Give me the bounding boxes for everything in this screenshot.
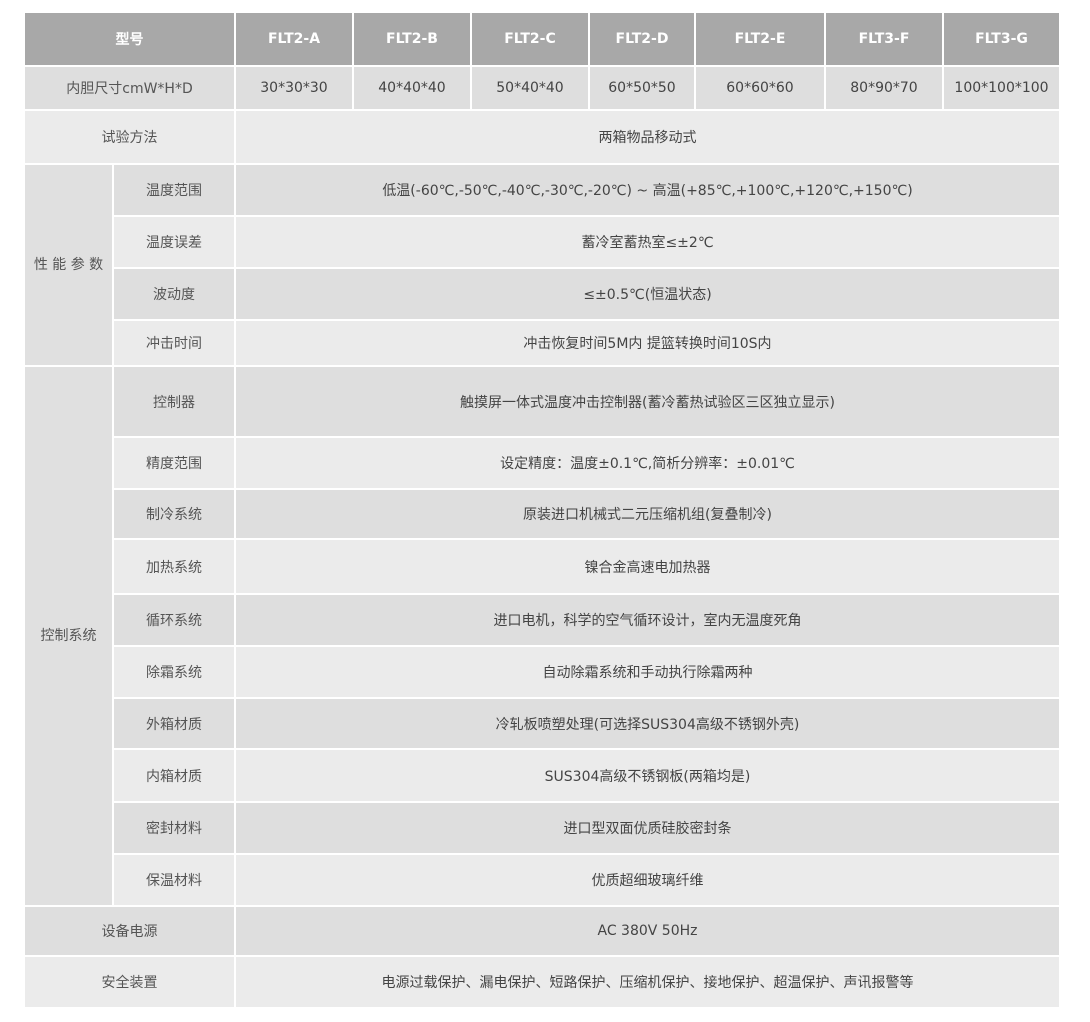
control-row: 保温材料 优质超细玻璃纤维 xyxy=(24,853,1061,907)
control-row: 精度范围 设定精度：温度±0.1℃,简析分辨率：±0.01℃ xyxy=(24,436,1061,490)
control-row: 加热系统 镍合金高速电加热器 xyxy=(24,538,1061,595)
row-value: 镍合金高速电加热器 xyxy=(234,538,1061,595)
row-value: 两箱物品移动式 xyxy=(234,109,1061,165)
row-value: 进口电机，科学的空气循环设计，室内无温度死角 xyxy=(234,593,1061,647)
safety-row: 安全装置 电源过载保护、漏电保护、短路保护、压缩机保护、接地保护、超温保护、声讯… xyxy=(23,955,1061,1009)
row-value: 自动除霜系统和手动执行除霜两种 xyxy=(234,645,1061,699)
size-cell: 100*100*100 xyxy=(942,65,1061,111)
power-row: 设备电源 AC 380V 50Hz xyxy=(23,905,1061,957)
row-value: ≤±0.5℃(恒温状态) xyxy=(234,267,1061,321)
row-label: 温度误差 xyxy=(112,215,236,269)
row-label: 循环系统 xyxy=(112,593,236,647)
control-row: 密封材料 进口型双面优质硅胶密封条 xyxy=(24,801,1061,855)
perf-row: 性 能 参 数 温度范围 低温(-60℃,-50℃,-40℃,-30℃,-20℃… xyxy=(23,163,1061,367)
control-row: 外箱材质 冷轧板喷塑处理(可选择SUS304高级不锈钢外壳) xyxy=(24,697,1061,750)
size-cell: 80*90*70 xyxy=(824,65,944,111)
model-header-cell: FLT2-C xyxy=(470,11,590,67)
model-header-cell: FLT2-D xyxy=(588,11,696,67)
size-cell: 60*50*50 xyxy=(588,65,696,111)
row-label: 设备电源 xyxy=(23,905,236,957)
row-label: 内箱材质 xyxy=(112,748,236,803)
size-cell: 50*40*40 xyxy=(470,65,590,111)
row-label: 外箱材质 xyxy=(112,697,236,750)
row-label: 温度范围 xyxy=(112,163,236,217)
performance-group-label: 性 能 参 数 xyxy=(23,163,114,367)
row-label: 密封材料 xyxy=(112,801,236,855)
model-header-cell: FLT2-B xyxy=(352,11,472,67)
row-label: 内胆尺寸cmW*H*D xyxy=(23,65,236,111)
row-value: 原装进口机械式二元压缩机组(复叠制冷) xyxy=(234,488,1061,540)
size-cell: 40*40*40 xyxy=(352,65,472,111)
row-value: AC 380V 50Hz xyxy=(234,905,1061,957)
perf-row: 波动度 ≤±0.5℃(恒温状态) xyxy=(24,267,1061,321)
row-value: 蓄冷室蓄热室≤±2℃ xyxy=(234,215,1061,269)
row-value: 低温(-60℃,-50℃,-40℃,-30℃,-20℃) ~ 高温(+85℃,+… xyxy=(234,163,1061,217)
control-group-label: 控制系统 xyxy=(23,365,114,907)
perf-row: 温度误差 蓄冷室蓄热室≤±2℃ xyxy=(24,215,1061,269)
control-row: 循环系统 进口电机，科学的空气循环设计，室内无温度死角 xyxy=(24,593,1061,647)
model-header-cell: FLT2-E xyxy=(694,11,826,67)
perf-row: 冲击时间 冲击恢复时间5M内 提篮转换时间10S内 xyxy=(24,319,1061,367)
row-label: 制冷系统 xyxy=(112,488,236,540)
row-value: 设定精度：温度±0.1℃,简析分辨率：±0.01℃ xyxy=(234,436,1061,490)
row-value: 进口型双面优质硅胶密封条 xyxy=(234,801,1061,855)
row-value: 触摸屏一体式温度冲击控制器(蓄冷蓄热试验区三区独立显示) xyxy=(234,365,1061,438)
row-label: 安全装置 xyxy=(23,955,236,1009)
control-row: 内箱材质 SUS304高级不锈钢板(两箱均是) xyxy=(24,748,1061,803)
row-value: 冲击恢复时间5M内 提篮转换时间10S内 xyxy=(234,319,1061,367)
model-header-cell: FLT3-G xyxy=(942,11,1061,67)
row-label: 除霜系统 xyxy=(112,645,236,699)
row-value: 冷轧板喷塑处理(可选择SUS304高级不锈钢外壳) xyxy=(234,697,1061,750)
control-row: 控制系统 控制器 触摸屏一体式温度冲击控制器(蓄冷蓄热试验区三区独立显示) xyxy=(23,365,1061,907)
control-row: 制冷系统 原装进口机械式二元压缩机组(复叠制冷) xyxy=(24,488,1061,540)
control-row: 除霜系统 自动除霜系统和手动执行除霜两种 xyxy=(24,645,1061,699)
row-label: 试验方法 xyxy=(23,109,236,165)
row-label: 控制器 xyxy=(112,365,236,438)
row-value: SUS304高级不锈钢板(两箱均是) xyxy=(234,748,1061,803)
size-cell: 30*30*30 xyxy=(234,65,354,111)
model-header-cell: FLT3-F xyxy=(824,11,944,67)
row-label: 保温材料 xyxy=(112,853,236,907)
row-value: 优质超细玻璃纤维 xyxy=(234,853,1061,907)
row-value: 电源过载保护、漏电保护、短路保护、压缩机保护、接地保护、超温保护、声讯报警等 xyxy=(234,955,1061,1009)
inner-size-row: 内胆尺寸cmW*H*D 30*30*30 40*40*40 50*40*40 6… xyxy=(23,65,1061,111)
header-row: 型号 FLT2-A FLT2-B FLT2-C FLT2-D FLT2-E FL… xyxy=(23,11,1061,67)
size-cell: 60*60*60 xyxy=(694,65,826,111)
model-header: 型号 xyxy=(23,11,236,67)
model-header-cell: FLT2-A xyxy=(234,11,354,67)
row-label: 波动度 xyxy=(112,267,236,321)
row-label: 精度范围 xyxy=(112,436,236,490)
spec-table: 型号 FLT2-A FLT2-B FLT2-C FLT2-D FLT2-E FL… xyxy=(23,11,1061,1009)
test-method-row: 试验方法 两箱物品移动式 xyxy=(23,109,1061,165)
row-label: 冲击时间 xyxy=(112,319,236,367)
row-label: 加热系统 xyxy=(112,538,236,595)
